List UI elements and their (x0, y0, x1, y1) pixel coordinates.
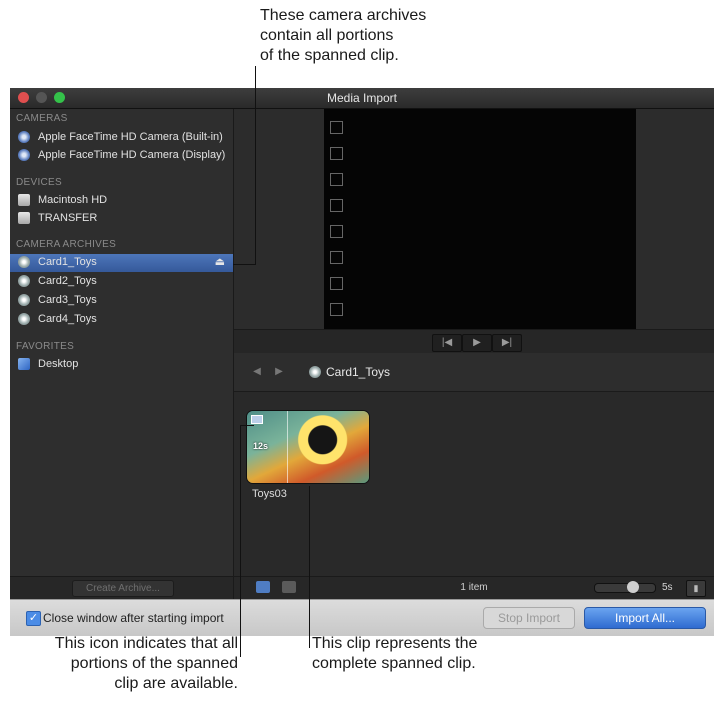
sidebar-item-label: Macintosh HD (38, 194, 108, 206)
clip-duration: 12s (253, 441, 269, 451)
desktop-icon (18, 358, 30, 370)
leader-line (240, 425, 241, 657)
filmstrip-hole-icon (330, 121, 343, 134)
callout-line: These camera archives (260, 7, 427, 24)
sidebar-item-camera-display[interactable]: Apple FaceTime HD Camera (Display) (10, 147, 233, 165)
title-bar: Media Import (10, 88, 714, 109)
create-archive-button[interactable]: Create Archive... (72, 580, 174, 597)
breadcrumb: Card1_Toys (326, 365, 391, 379)
zoom-value: 5s (662, 582, 673, 593)
spanned-segment-divider (287, 411, 288, 483)
filmstrip-hole-icon (330, 173, 343, 186)
sidebar-item-label: TRANSFER (38, 212, 98, 224)
eject-icon[interactable]: ⏏ (215, 255, 225, 268)
forward-icon[interactable]: ▶ (270, 364, 288, 380)
leader-line (233, 264, 256, 265)
clip-browser: 12s Toys03 (234, 392, 714, 576)
sidebar-bottom-bar: Create Archive... (10, 576, 234, 599)
media-import-window: Media Import CAMERAS Apple FaceTime HD C… (10, 88, 714, 636)
callout-line: of the spanned clip. (260, 47, 399, 64)
callout-spanned-icon: This icon indicates that all portions of… (10, 634, 238, 694)
zoom-slider-knob[interactable] (627, 581, 639, 593)
camera-icon (18, 131, 30, 143)
callout-line: This icon indicates that all (54, 635, 238, 652)
leader-line (240, 425, 254, 426)
sidebar-item-macintosh-hd[interactable]: Macintosh HD (10, 192, 233, 210)
footer-bar: ✓ Close window after starting import Sto… (10, 599, 714, 636)
callout-spanned-clip: This clip represents the complete spanne… (312, 634, 532, 674)
sidebar-item-label: Apple FaceTime HD Camera (Display) (38, 149, 226, 161)
previous-frame-icon[interactable]: |◀ (432, 334, 462, 352)
archive-icon (18, 313, 30, 325)
sidebar-item-label: Card4_Toys (38, 313, 97, 325)
preview-viewer (234, 109, 714, 329)
play-icon[interactable]: ▶ (462, 334, 492, 352)
sidebar-item-label: Desktop (38, 358, 79, 370)
drive-icon (18, 194, 30, 206)
preview-screen (324, 109, 636, 329)
sidebar-item-label: Card2_Toys (38, 275, 97, 287)
callout-line: portions of the spanned (70, 655, 238, 672)
archive-icon (18, 275, 30, 287)
filmstrip-hole-icon (330, 251, 343, 264)
sidebar-item-desktop[interactable]: Desktop (10, 356, 233, 374)
filmstrip-hole-icon (330, 303, 343, 316)
sidebar-item-card3-toys[interactable]: Card3_Toys (10, 292, 233, 310)
sidebar-header-devices: DEVICES (16, 177, 63, 188)
filmstrip-hole-icon (330, 147, 343, 160)
browser-header: ◀ ▶ Card1_Toys (234, 353, 714, 392)
callout-line: contain all portions (260, 27, 394, 44)
sidebar-header-camera-archives: CAMERA ARCHIVES (16, 239, 117, 250)
spanned-clip-complete-icon (251, 415, 263, 424)
sidebar-header-cameras: CAMERAS (16, 113, 68, 124)
window-title: Media Import (326, 91, 398, 105)
sidebar-item-card1-toys[interactable]: Card1_Toys ⏏ (10, 254, 233, 272)
callout-line: clip are available. (114, 675, 238, 692)
sidebar-item-card4-toys[interactable]: Card4_Toys (10, 311, 233, 329)
zoom-slider[interactable] (594, 581, 656, 593)
sidebar-item-camera-builtin[interactable]: Apple FaceTime HD Camera (Built-in) (10, 129, 233, 147)
close-window-label: Close window after starting import (43, 611, 224, 625)
leader-line (255, 66, 256, 265)
sidebar-item-card2-toys[interactable]: Card2_Toys (10, 273, 233, 291)
sidebar-item-label: Card3_Toys (38, 294, 97, 306)
sidebar-item-label: Apple FaceTime HD Camera (Built-in) (38, 131, 223, 143)
browser-bottom-bar: 1 item 5s ▮ (234, 576, 714, 599)
callout-line: This clip represents the (312, 635, 478, 652)
archive-icon (18, 256, 30, 268)
back-icon[interactable]: ◀ (248, 364, 266, 380)
archive-icon (18, 294, 30, 306)
sidebar-item-label: Card1_Toys (38, 256, 97, 268)
close-window-checkbox[interactable]: ✓ (26, 611, 41, 626)
transport-controls: |◀ ▶ ▶| (234, 329, 714, 354)
filmstrip-hole-icon (330, 199, 343, 212)
leader-line (309, 486, 310, 648)
filmstrip-hole-icon (330, 225, 343, 238)
camera-icon (18, 149, 30, 161)
import-all-button[interactable]: Import All... (584, 607, 706, 629)
sidebar-item-transfer[interactable]: TRANSFER (10, 210, 233, 228)
clip-name: Toys03 (252, 488, 287, 500)
sidebar-header-favorites: FAVORITES (16, 341, 75, 352)
stop-import-button[interactable]: Stop Import (483, 607, 575, 629)
sidebar: CAMERAS Apple FaceTime HD Camera (Built-… (10, 109, 234, 576)
clip-thumbnail[interactable]: 12s (246, 410, 370, 484)
filmstrip-hole-icon (330, 277, 343, 290)
archive-icon (309, 366, 321, 378)
callout-camera-archives: These camera archives contain all portio… (260, 6, 500, 66)
clip-appearance-icon[interactable]: ▮ (686, 580, 706, 597)
next-frame-icon[interactable]: ▶| (492, 334, 522, 352)
drive-icon (18, 212, 30, 224)
callout-line: complete spanned clip. (312, 655, 476, 672)
